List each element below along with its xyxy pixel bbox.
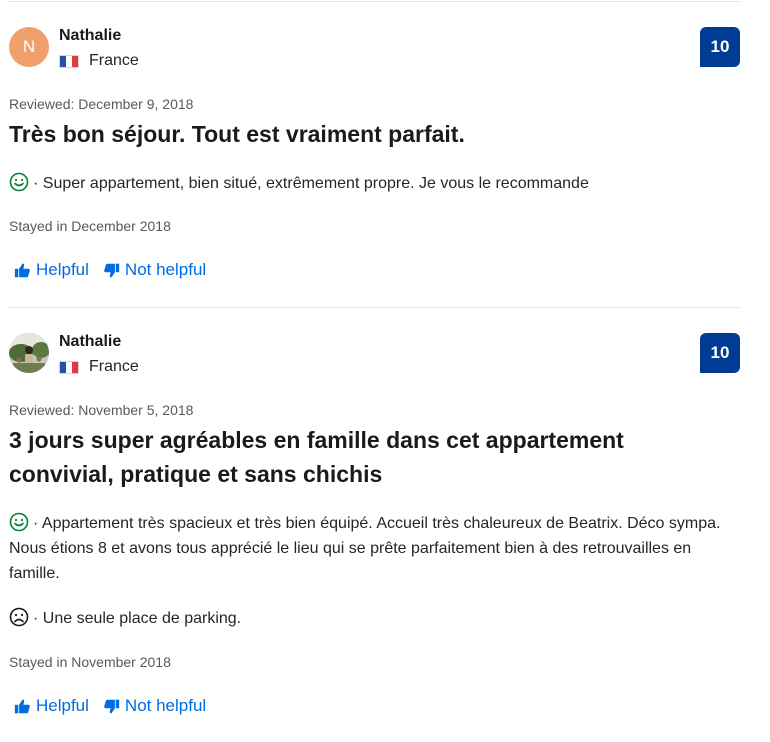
top-divider (8, 1, 740, 2)
positive-comment: · Appartement très spacieux et très bien… (9, 511, 729, 586)
positive-comment-text: · Super appartement, bien situé, extrême… (33, 175, 589, 192)
avatar-initial: N (22, 37, 36, 56)
helpful-label: Helpful (36, 696, 89, 715)
reviewed-date: Reviewed: December 9, 2018 (9, 96, 194, 112)
country-label: France (89, 358, 139, 375)
review-title: 3 jours super agréables en famille dans … (9, 427, 624, 487)
not-helpful-button[interactable]: Not helpful (103, 260, 206, 280)
thumbs-down-icon (104, 263, 120, 277)
not-helpful-button[interactable]: Not helpful (103, 696, 206, 716)
review-actions: Helpful Not helpful (14, 260, 206, 280)
positive-comment: · Super appartement, bien situé, extrême… (9, 171, 729, 196)
reviewer-name: Nathalie (59, 333, 122, 350)
review-divider (8, 307, 740, 308)
reviewer-country: France (59, 358, 139, 376)
not-helpful-label: Not helpful (124, 696, 207, 715)
smile-icon (9, 172, 29, 192)
country-label: France (89, 52, 139, 69)
review-score-badge: 10 (700, 333, 740, 373)
avatar (9, 333, 49, 373)
review-actions: Helpful Not helpful (14, 696, 206, 716)
positive-comment-text: · Appartement très spacieux et très bien… (9, 515, 721, 582)
avatar: N (9, 27, 49, 67)
helpful-button[interactable]: Helpful (14, 696, 89, 716)
stay-date: Stayed in December 2018 (9, 218, 171, 234)
review-score-badge: 10 (700, 27, 740, 67)
smile-icon (9, 512, 29, 532)
thumbs-down-icon (104, 699, 120, 713)
frown-icon (9, 607, 29, 627)
not-helpful-label: Not helpful (124, 260, 207, 279)
helpful-button[interactable]: Helpful (14, 260, 89, 280)
reviewed-date: Reviewed: November 5, 2018 (9, 402, 194, 418)
flag-france-icon (59, 54, 79, 68)
thumbs-up-icon (14, 699, 30, 713)
stay-date: Stayed in November 2018 (9, 654, 171, 670)
reviewer-name: Nathalie (59, 27, 122, 44)
thumbs-up-icon (14, 263, 30, 277)
review-title: Très bon séjour. Tout est vraiment parfa… (9, 121, 465, 147)
reviewer-country: France (59, 52, 139, 70)
negative-comment-text: · Une seule place de parking. (33, 610, 242, 627)
helpful-label: Helpful (36, 260, 89, 279)
avatar-photo (9, 333, 49, 373)
negative-comment: · Une seule place de parking. (9, 606, 729, 631)
flag-france-icon (59, 360, 79, 374)
